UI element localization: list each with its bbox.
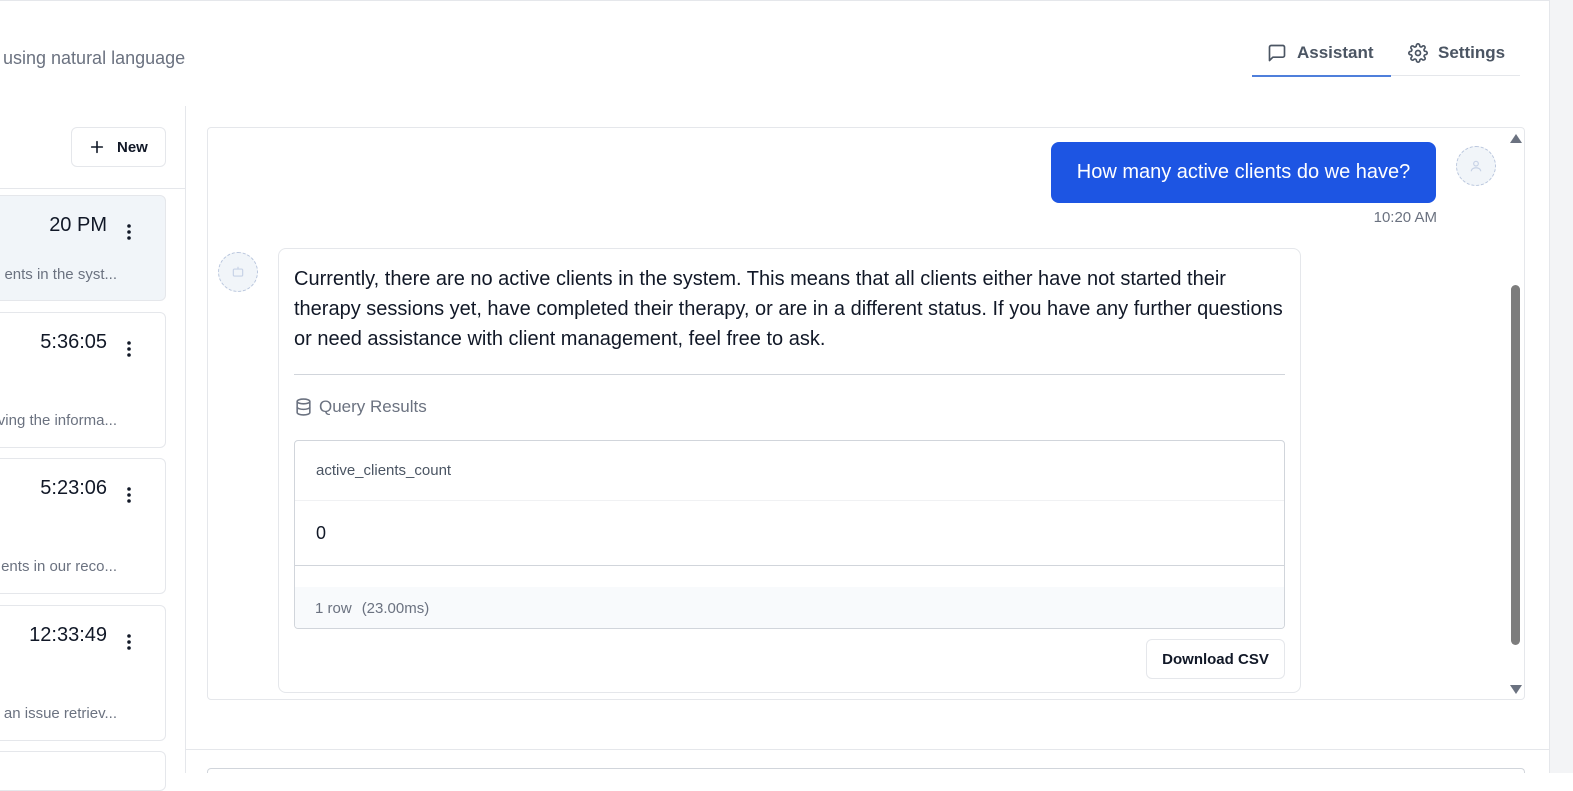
conversation-title: 5:36:05 bbox=[40, 331, 107, 353]
message-input-area[interactable] bbox=[207, 768, 1525, 773]
scrollbar[interactable] bbox=[1508, 128, 1524, 699]
query-duration: (23.00ms) bbox=[361, 600, 430, 617]
conversation-preview: ents in our reco... bbox=[1, 558, 117, 575]
conversation-title: 12:33:49 bbox=[29, 624, 107, 646]
divider bbox=[294, 374, 1285, 375]
window-edge bbox=[1549, 0, 1573, 773]
new-button-label: New bbox=[117, 138, 148, 156]
table-footer: 1 row (23.00ms) bbox=[295, 587, 1284, 628]
user-message: How many active clients do we have? bbox=[1051, 142, 1436, 203]
assistant-avatar bbox=[218, 252, 258, 292]
more-options-icon[interactable] bbox=[119, 222, 139, 242]
results-table: active_clients_count 0 1 row (23.00ms) bbox=[294, 440, 1285, 629]
conversation-preview: an issue retriev... bbox=[3, 705, 117, 722]
download-csv-button[interactable]: Download CSV bbox=[1146, 639, 1285, 679]
assistant-message-text: Currently, there are no active clients i… bbox=[294, 268, 1283, 350]
tab-assistant-label: Assistant bbox=[1297, 42, 1374, 62]
gear-icon bbox=[1408, 42, 1428, 63]
new-conversation-button[interactable]: New bbox=[71, 127, 166, 167]
bot-icon bbox=[232, 266, 244, 277]
chat-messages[interactable]: How many active clients do we have? 10:2… bbox=[207, 127, 1525, 700]
more-options-icon[interactable] bbox=[119, 485, 139, 505]
user-avatar bbox=[1456, 146, 1496, 186]
conversation-preview: eving the informa... bbox=[0, 412, 117, 429]
tab-bar: Assistant Settings bbox=[1252, 30, 1520, 77]
plus-icon bbox=[90, 140, 104, 154]
conversation-title: 20 PM bbox=[49, 214, 107, 236]
conversation-item[interactable]: 5:23:06 ents in our reco... bbox=[0, 458, 166, 594]
query-results-heading: Query Results bbox=[294, 397, 427, 417]
message-square-icon bbox=[1268, 44, 1286, 61]
more-options-icon[interactable] bbox=[119, 632, 139, 652]
tab-assistant[interactable]: Assistant bbox=[1252, 30, 1391, 77]
conversation-item[interactable]: 5:36:05 eving the informa... bbox=[0, 312, 166, 448]
column-header: active_clients_count bbox=[295, 441, 1284, 501]
table-cell: 0 bbox=[295, 502, 1284, 566]
tab-settings-label: Settings bbox=[1438, 42, 1506, 62]
scrollbar-thumb[interactable] bbox=[1511, 285, 1520, 645]
divider bbox=[186, 749, 1549, 750]
query-results-title: Query Results bbox=[319, 397, 427, 416]
message-timestamp: 10:20 AM bbox=[1373, 209, 1437, 226]
more-options-icon[interactable] bbox=[119, 339, 139, 359]
conversation-sidebar: New 20 PM ents in the syst... 5:36:05 ev… bbox=[0, 106, 186, 791]
conversation-item[interactable]: 12:33:49 an issue retriev... bbox=[0, 605, 166, 741]
user-icon bbox=[1470, 160, 1482, 172]
conversation-item[interactable]: 20 PM ents in the syst... bbox=[0, 195, 166, 301]
tab-settings[interactable]: Settings bbox=[1408, 30, 1505, 75]
database-icon bbox=[296, 398, 311, 416]
conversation-preview: ents in the syst... bbox=[4, 266, 117, 283]
page-subtitle: using natural language bbox=[3, 48, 186, 68]
sidebar-header: New bbox=[0, 106, 185, 189]
assistant-message: Currently, there are no active clients i… bbox=[278, 248, 1301, 693]
row-count: 1 row bbox=[315, 600, 352, 617]
scroll-up-arrow[interactable] bbox=[1510, 134, 1522, 143]
scroll-down-arrow[interactable] bbox=[1510, 685, 1522, 694]
conversation-title: 5:23:06 bbox=[40, 477, 107, 499]
conversation-item[interactable] bbox=[0, 751, 166, 791]
